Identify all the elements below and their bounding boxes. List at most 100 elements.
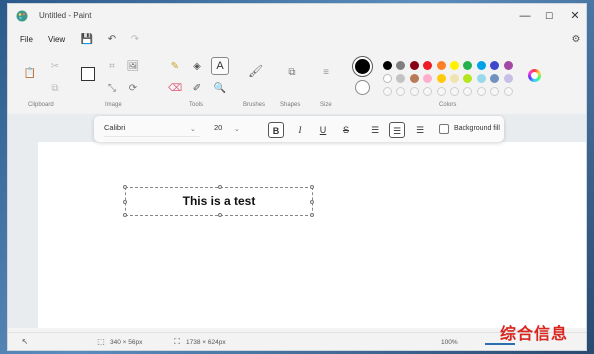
bold-button[interactable]: B	[268, 122, 284, 138]
shapes-icon[interactable]: ⧉	[285, 66, 299, 80]
color-swatch[interactable]	[409, 87, 419, 96]
cursor-icon: ↖	[21, 337, 29, 346]
color-swatch[interactable]	[383, 87, 392, 96]
group-label-clipboard: Clipboard	[28, 102, 54, 108]
color-swatch[interactable]	[450, 61, 459, 70]
color-swatch[interactable]	[423, 61, 433, 70]
settings-icon[interactable]: ⚙	[569, 33, 583, 47]
color-swatch[interactable]	[503, 74, 513, 83]
minimize-button[interactable]: —	[513, 7, 537, 25]
resize-handle[interactable]	[123, 213, 127, 217]
brush-icon[interactable]: 🖌	[248, 64, 263, 78]
color-swatch[interactable]	[490, 61, 500, 70]
color-swatch[interactable]	[476, 87, 486, 96]
stroke-size-icon[interactable]: ≡	[319, 66, 333, 80]
menu-bar: File View 💾 ↶ ↷ ⚙	[8, 30, 586, 52]
color-swatch[interactable]	[383, 74, 392, 83]
select-rectangle-icon[interactable]	[81, 67, 95, 81]
pencil-icon[interactable]: ✎	[168, 60, 182, 74]
canvas-size: 1738 × 624px	[186, 339, 226, 346]
secondary-color[interactable]	[355, 80, 370, 95]
text-format-toolbar: Calibri ⌄ 20 ⌄ B I U S ☰ ☰ ☰ Background …	[94, 116, 504, 142]
background-fill-label: Background fill	[454, 125, 500, 132]
group-label-colors: Colors	[439, 102, 457, 108]
watermark-text: 综合信息	[500, 324, 569, 343]
color-swatch[interactable]	[490, 87, 500, 96]
canvas-text[interactable]: This is a test	[126, 194, 312, 208]
color-swatch[interactable]	[383, 61, 392, 70]
color-swatch[interactable]	[436, 74, 446, 83]
color-swatch[interactable]	[503, 87, 513, 96]
undo-icon[interactable]: ↶	[105, 33, 119, 47]
title-bar: Untitled - Paint — ☐ ✕	[8, 4, 586, 28]
color-swatch[interactable]	[396, 87, 406, 96]
fill-icon[interactable]: ◈	[190, 60, 204, 74]
resize-handle[interactable]	[310, 213, 314, 217]
group-label-size: Size	[320, 102, 332, 108]
chevron-down-icon[interactable]: ⌄	[190, 125, 196, 133]
color-swatch[interactable]	[463, 87, 473, 96]
window-title: Untitled - Paint	[39, 11, 92, 20]
resize-handle[interactable]	[218, 185, 222, 189]
menu-file[interactable]: File	[20, 35, 33, 44]
text-box[interactable]: This is a test	[123, 185, 314, 217]
color-swatch[interactable]	[396, 61, 406, 70]
color-swatch[interactable]	[436, 61, 446, 70]
copy-icon[interactable]: ⧉	[48, 82, 62, 96]
resize-handle[interactable]	[310, 185, 314, 189]
save-icon[interactable]: 💾	[80, 33, 94, 47]
crop-icon[interactable]: ⌗	[105, 60, 119, 74]
strikethrough-button[interactable]: S	[338, 122, 354, 138]
color-swatch[interactable]	[476, 74, 486, 83]
align-center-icon[interactable]: ☰	[389, 122, 405, 138]
color-swatch[interactable]	[463, 74, 473, 83]
color-swatch[interactable]	[450, 74, 459, 83]
cut-icon[interactable]: ✂	[48, 60, 62, 74]
background-fill-checkbox[interactable]	[439, 124, 449, 134]
align-left-icon[interactable]: ☰	[367, 122, 383, 138]
eraser-icon[interactable]: ⌫	[168, 82, 182, 96]
zoom-level[interactable]: 100%	[441, 339, 458, 346]
resize-handle[interactable]	[123, 185, 127, 189]
color-swatch[interactable]	[409, 74, 419, 83]
paste-icon[interactable]: 📋	[23, 67, 37, 81]
color-swatch[interactable]	[423, 74, 433, 83]
color-picker-icon[interactable]: ✐	[190, 82, 204, 96]
align-right-icon[interactable]: ☰	[412, 122, 428, 138]
ribbon: 📋 ✂ ⧉ Clipboard ⌗ ⤡ 🖼 ⟳ Image ✎ ◈ A ⌫ ✐ …	[8, 52, 586, 114]
color-swatch[interactable]	[409, 61, 419, 70]
group-label-shapes: Shapes	[280, 102, 301, 108]
color-swatch[interactable]	[396, 74, 406, 83]
redo-icon[interactable]: ↷	[128, 33, 142, 47]
color-swatch[interactable]	[450, 87, 459, 96]
drawing-canvas[interactable]: This is a test	[38, 142, 586, 328]
group-label-tools: Tools	[189, 102, 204, 108]
close-button[interactable]: ✕	[563, 7, 586, 25]
selection-size: 340 × 56px	[110, 339, 143, 346]
color-swatch[interactable]	[490, 74, 500, 83]
rotate-icon[interactable]: ⟳	[126, 82, 140, 96]
color-swatch[interactable]	[476, 61, 486, 70]
font-family-select[interactable]: Calibri	[104, 123, 200, 137]
group-label-brushes: Brushes	[243, 102, 266, 108]
color-swatch[interactable]	[436, 87, 446, 96]
text-tool-button[interactable]: A	[211, 57, 229, 75]
paint-app-icon	[16, 10, 28, 22]
group-label-image: Image	[105, 102, 122, 108]
maximize-button[interactable]: ☐	[537, 7, 561, 25]
resize-icon[interactable]: ⤡	[105, 82, 119, 96]
chevron-down-icon[interactable]: ⌄	[234, 125, 240, 133]
primary-color[interactable]	[355, 59, 370, 74]
selection-icon: ⬚	[97, 337, 105, 346]
edit-colors-icon[interactable]	[528, 69, 541, 82]
canvas-area: This is a test	[8, 114, 586, 328]
menu-view[interactable]: View	[48, 35, 65, 44]
italic-button[interactable]: I	[292, 122, 308, 138]
resize-handle[interactable]	[218, 213, 222, 217]
color-swatch[interactable]	[503, 61, 513, 70]
magnifier-icon[interactable]: 🔍	[213, 82, 227, 96]
underline-button[interactable]: U	[315, 122, 331, 138]
color-swatch[interactable]	[463, 61, 473, 70]
image-icon[interactable]: 🖼	[126, 60, 140, 74]
color-swatch[interactable]	[423, 87, 433, 96]
